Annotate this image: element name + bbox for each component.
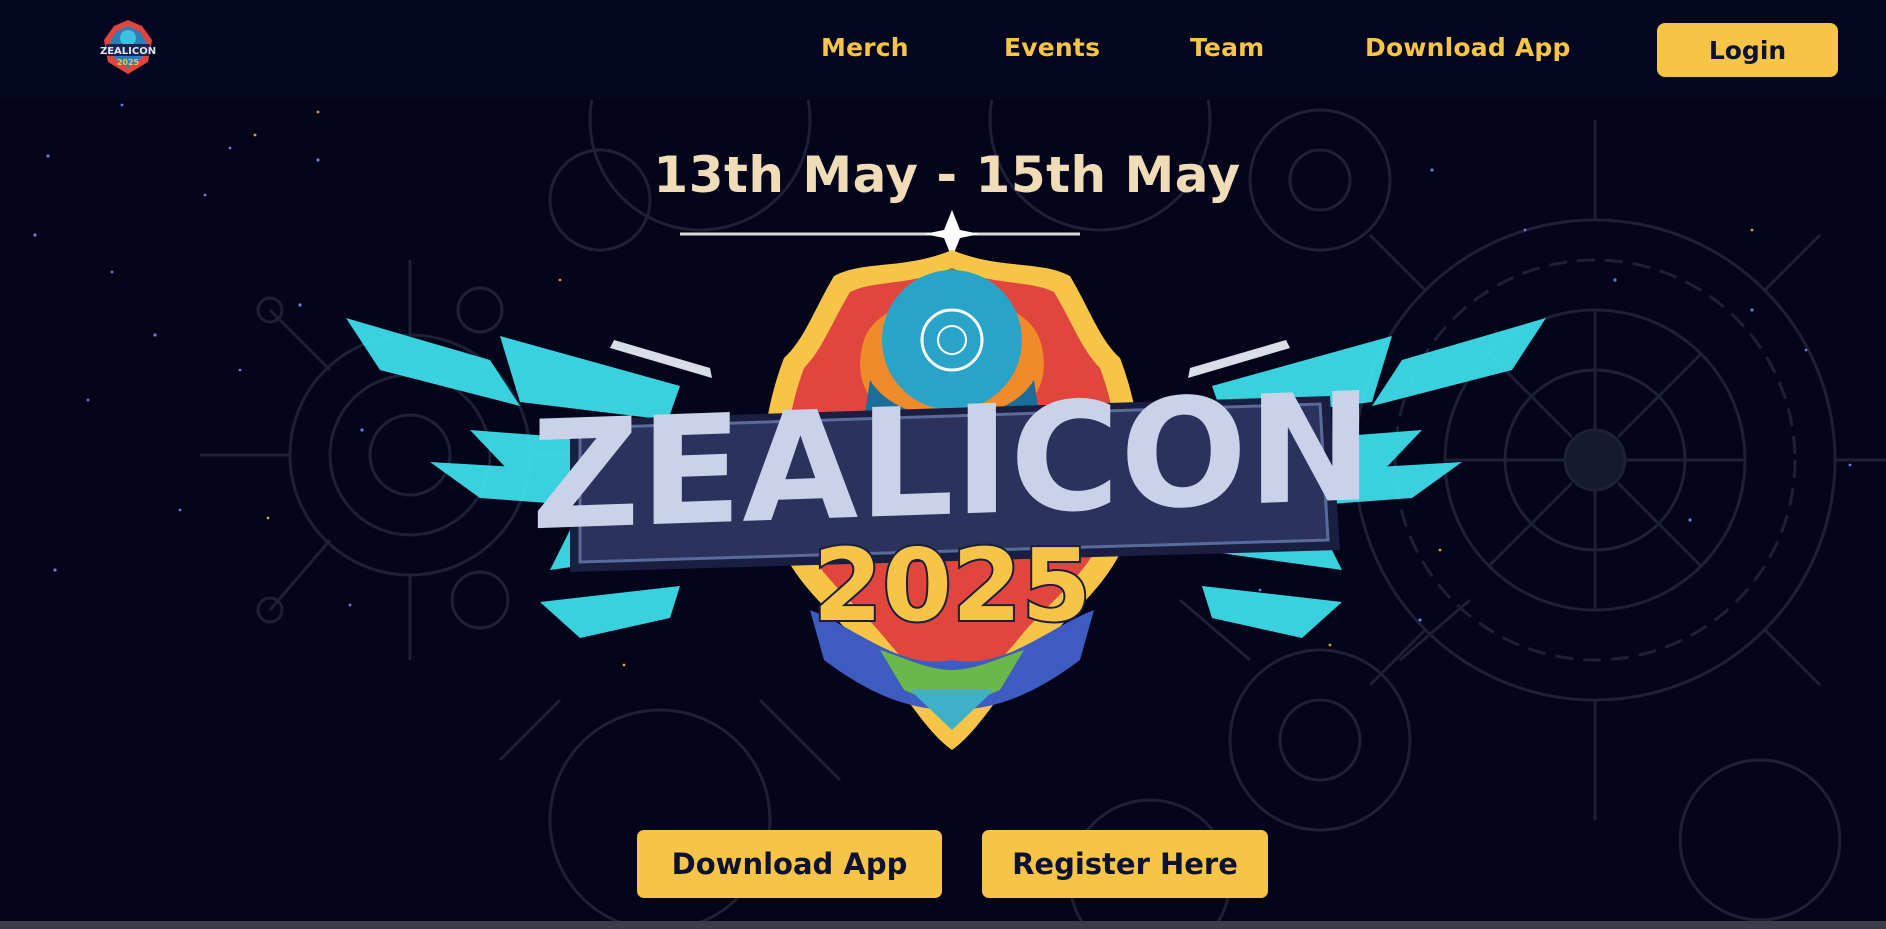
zealicon-2025-emblem: ZEALICON 2025: [346, 210, 1546, 750]
register-here-button[interactable]: Register Here: [982, 830, 1268, 898]
nav-link-download-app[interactable]: Download App: [1365, 33, 1571, 62]
svg-text:2025: 2025: [117, 58, 140, 67]
emblem-year-text: 2025: [813, 527, 1091, 644]
nav-link-events[interactable]: Events: [1004, 33, 1100, 62]
svg-text:ZEALICON: ZEALICON: [100, 46, 156, 57]
bottom-scroll-strip: [0, 921, 1886, 929]
event-dates: 13th May - 15th May: [653, 146, 1241, 204]
download-app-button[interactable]: Download App: [637, 830, 942, 898]
login-button[interactable]: Login: [1657, 23, 1838, 77]
zealicon-logo-icon[interactable]: ZEALICON 2025: [98, 18, 158, 78]
nav-link-merch[interactable]: Merch: [821, 33, 909, 62]
top-navbar: ZEALICON 2025 Merch Events Team Download…: [0, 0, 1886, 100]
nav-link-team[interactable]: Team: [1190, 33, 1264, 62]
